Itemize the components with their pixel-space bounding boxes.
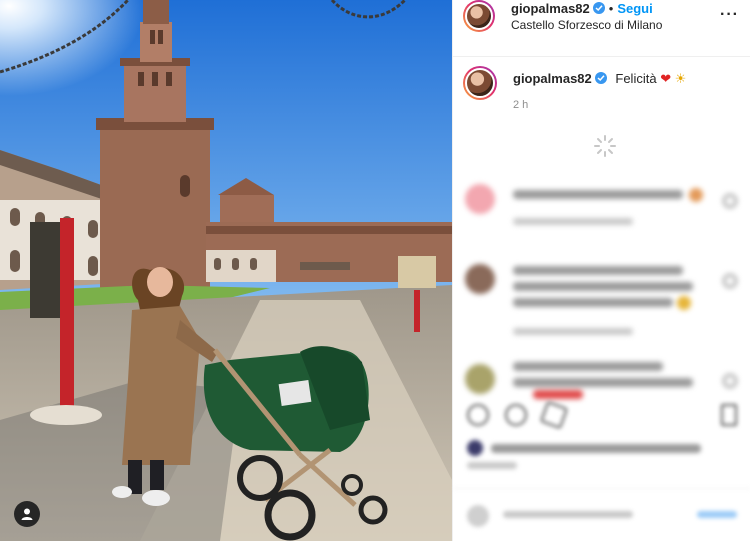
loading-spinner-icon <box>594 135 616 157</box>
like-icon[interactable] <box>467 404 489 426</box>
header-title-line: giopalmas82 • Segui <box>511 1 653 16</box>
comment-like-icon <box>723 274 737 288</box>
comment-like-icon <box>723 374 737 388</box>
post-side-panel: giopalmas82 • Segui Castello Sforzesco di … <box>452 0 750 541</box>
blurred-text <box>513 362 663 371</box>
comment-avatar <box>465 364 495 394</box>
blurred-comments <box>453 170 750 410</box>
post-date-line <box>453 458 750 474</box>
more-options-icon[interactable]: ··· <box>720 6 739 24</box>
follow-button[interactable]: Segui <box>617 1 652 16</box>
blurred-emoji <box>533 390 583 399</box>
header-separator-dot: • <box>608 1 614 16</box>
blurred-text <box>513 282 693 291</box>
sun-emoji-icon: ☀ <box>674 71 687 86</box>
blurred-meta <box>513 218 633 225</box>
blurred-text <box>513 190 683 199</box>
caption-avatar[interactable] <box>463 66 497 100</box>
share-icon[interactable] <box>539 400 569 430</box>
blurred-text <box>513 266 683 275</box>
liked-by-line <box>453 436 750 456</box>
blurred-text <box>513 378 693 387</box>
liked-by-avatar <box>467 440 483 456</box>
user-tag-icon[interactable] <box>14 501 40 527</box>
caption-username[interactable]: giopalmas82 <box>513 71 592 86</box>
save-icon[interactable] <box>721 404 737 426</box>
post-location[interactable]: Castello Sforzesco di Milano <box>511 18 662 32</box>
add-comment-box[interactable] <box>453 488 750 542</box>
blurred-text <box>491 444 701 453</box>
comment-like-icon <box>723 194 737 208</box>
blurred-emoji <box>689 188 703 202</box>
verified-badge-icon <box>592 2 605 14</box>
caption-body: Felicità <box>615 71 657 86</box>
blurred-meta <box>467 462 517 469</box>
comment-avatar <box>465 184 495 214</box>
photo-castle-scene <box>0 0 452 541</box>
publish-button[interactable] <box>697 511 737 518</box>
blurred-text <box>513 298 673 307</box>
heart-emoji-icon: ❤ <box>660 71 672 86</box>
header-username[interactable]: giopalmas82 <box>511 1 590 16</box>
blurred-emoji <box>677 296 691 310</box>
blurred-meta <box>513 328 633 335</box>
header-avatar[interactable] <box>463 0 495 32</box>
post-header: giopalmas82 • Segui Castello Sforzesco di … <box>453 0 750 57</box>
blurred-comment <box>453 250 750 350</box>
caption-timestamp[interactable]: 2 h <box>513 99 528 111</box>
post-actions <box>453 400 750 434</box>
caption-text: giopalmas82 Felicità ❤ ☀ <box>513 71 686 87</box>
comment-icon[interactable] <box>505 404 527 426</box>
verified-badge-icon <box>594 72 607 84</box>
post-photo[interactable] <box>0 0 452 541</box>
comment-avatar <box>465 264 495 294</box>
comment-placeholder <box>503 511 633 518</box>
blurred-comment <box>453 170 750 250</box>
emoji-picker-icon[interactable] <box>467 505 489 527</box>
